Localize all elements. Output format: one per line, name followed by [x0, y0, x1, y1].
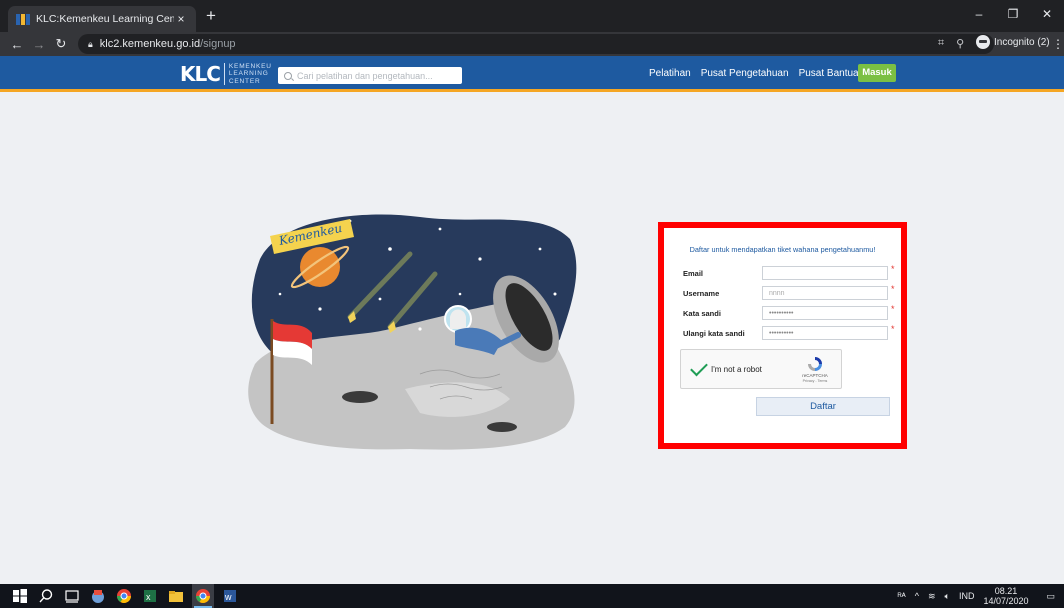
login-button[interactable]: Masuk: [858, 64, 896, 82]
tab-close-icon[interactable]: ×: [174, 12, 188, 26]
browser-menu-icon[interactable]: ⋮: [1052, 37, 1064, 51]
nav-pusat-pengetahuan[interactable]: Pusat Pengetahuan: [701, 67, 789, 81]
site-header: KLC KEMENKEU LEARNING CENTER Pelatihan P…: [0, 56, 1064, 92]
app-icon-1[interactable]: [90, 588, 106, 604]
chrome-icon[interactable]: [116, 588, 132, 604]
search-input[interactable]: [297, 70, 457, 81]
username-row: Username *: [676, 284, 901, 301]
lock-icon: 🔒︎: [88, 38, 93, 49]
signup-page: Kemenkeu Daftar untuk mendapatkan tiket …: [0, 95, 1064, 584]
translate-icon[interactable]: ⌗: [938, 37, 944, 50]
file-explorer-icon[interactable]: [168, 588, 184, 604]
people-icon[interactable]: ᴿᴬ: [898, 591, 906, 601]
required-marker: *: [891, 324, 895, 334]
confirm-password-label: Ulangi kata sandi: [683, 329, 745, 338]
klc-favicon-icon: [16, 13, 30, 25]
incognito-icon: [976, 35, 990, 49]
zoom-icon[interactable]: ⚲: [956, 37, 964, 50]
crater-small-2: [487, 422, 517, 432]
space-illustration: Kemenkeu: [248, 214, 577, 450]
svg-text:x: x: [146, 592, 151, 602]
search-icon[interactable]: [38, 588, 54, 604]
system-tray: ᴿᴬ ^ ≋ 🔈︎ IND 08.21 14/07/2020 ▭: [898, 584, 1064, 608]
svg-text:w: w: [224, 592, 232, 602]
notification-icon[interactable]: ▭: [1046, 591, 1055, 602]
address-bar[interactable]: 🔒︎ klc2.kemenkeu.go.id /signup ⌗ ⚲ ☆: [78, 34, 994, 54]
klc-logo[interactable]: KLC KEMENKEU LEARNING CENTER: [180, 62, 272, 86]
required-marker: *: [891, 264, 895, 274]
window-controls: – ❐ ✕: [962, 0, 1064, 30]
password-row: Kata sandi *: [676, 304, 901, 321]
task-view-icon[interactable]: [64, 588, 80, 604]
network-icon[interactable]: ≋: [928, 591, 936, 602]
new-tab-button[interactable]: +: [206, 7, 216, 25]
checkmark-icon[interactable]: [690, 358, 708, 377]
language-indicator[interactable]: IND: [959, 591, 975, 601]
excel-icon[interactable]: x: [142, 588, 158, 604]
clock-date: 14/07/2020: [983, 596, 1029, 606]
browser-tab[interactable]: KLC:Kemenkeu Learning Center ×: [8, 6, 196, 32]
required-marker: *: [891, 304, 895, 314]
email-row: Email *: [676, 264, 901, 281]
incognito-label: Incognito (2): [994, 36, 1050, 48]
incognito-indicator[interactable]: Incognito (2): [976, 35, 1050, 49]
chrome-active-icon[interactable]: [192, 584, 214, 608]
username-label: Username: [683, 289, 720, 298]
browser-tabstrip: KLC:Kemenkeu Learning Center × + – ❐ ✕: [0, 0, 1064, 32]
volume-icon[interactable]: 🔈︎: [945, 591, 950, 602]
url-host: klc2.kemenkeu.go.id: [99, 38, 201, 50]
nav-pelatihan[interactable]: Pelatihan: [649, 67, 691, 81]
tab-title: KLC:Kemenkeu Learning Center: [36, 13, 174, 25]
confirm-password-row: Ulangi kata sandi *: [676, 324, 901, 341]
reload-icon[interactable]: ↻: [50, 36, 72, 52]
search-icon: [284, 71, 292, 80]
email-field[interactable]: [762, 266, 888, 280]
password-field[interactable]: [762, 306, 888, 320]
close-window-button[interactable]: ✕: [1030, 0, 1064, 30]
windows-taskbar: x w ᴿᴬ ^ ≋ 🔈︎ IND 08.21 14/07/2020 ▭: [0, 584, 1064, 608]
windows-start-icon[interactable]: [12, 588, 28, 604]
recaptcha-widget: I'm not a robot reCAPTCHA Privacy - Term…: [680, 349, 842, 389]
url-path: /signup: [200, 38, 236, 50]
username-field[interactable]: [762, 286, 888, 300]
password-label: Kata sandi: [683, 309, 721, 318]
word-icon[interactable]: w: [222, 588, 238, 604]
forward-arrow-icon[interactable]: →: [28, 37, 50, 52]
clock-time: 08.21: [994, 586, 1018, 596]
recaptcha-brand: reCAPTCHA: [802, 373, 828, 378]
nav-pusat-bantuan[interactable]: Pusat Bantuan: [799, 67, 865, 81]
recaptcha-terms[interactable]: Privacy - Terms: [795, 379, 835, 383]
recaptcha-logo-icon: [808, 357, 822, 371]
minimize-button[interactable]: –: [962, 0, 996, 30]
email-label: Email: [683, 269, 704, 278]
required-marker: *: [891, 284, 895, 294]
form-heading: Daftar untuk mendapatkan tiket wahana pe…: [689, 245, 876, 254]
logo-mark: KLC: [180, 62, 221, 86]
site-search: [278, 67, 462, 84]
chevron-up-icon[interactable]: ^: [915, 591, 919, 601]
crater-small-1: [342, 391, 378, 403]
recaptcha-label: I'm not a robot: [711, 365, 762, 374]
logo-text: KEMENKEU LEARNING CENTER: [228, 62, 272, 85]
restore-button[interactable]: ❐: [996, 0, 1030, 30]
back-arrow-icon[interactable]: ←: [6, 37, 28, 52]
confirm-password-field[interactable]: [762, 326, 888, 340]
clock[interactable]: 08.21 14/07/2020: [983, 586, 1037, 606]
signup-form-highlight: Daftar untuk mendapatkan tiket wahana pe…: [658, 222, 907, 449]
main-nav: Pelatihan Pusat Pengetahuan Pusat Bantua…: [649, 67, 864, 81]
daftar-button[interactable]: Daftar: [756, 397, 890, 416]
browser-toolbar: ← → ↻ 🔒︎ klc2.kemenkeu.go.id /signup ⌗ ⚲…: [0, 32, 1064, 56]
logo-divider: [223, 63, 225, 85]
